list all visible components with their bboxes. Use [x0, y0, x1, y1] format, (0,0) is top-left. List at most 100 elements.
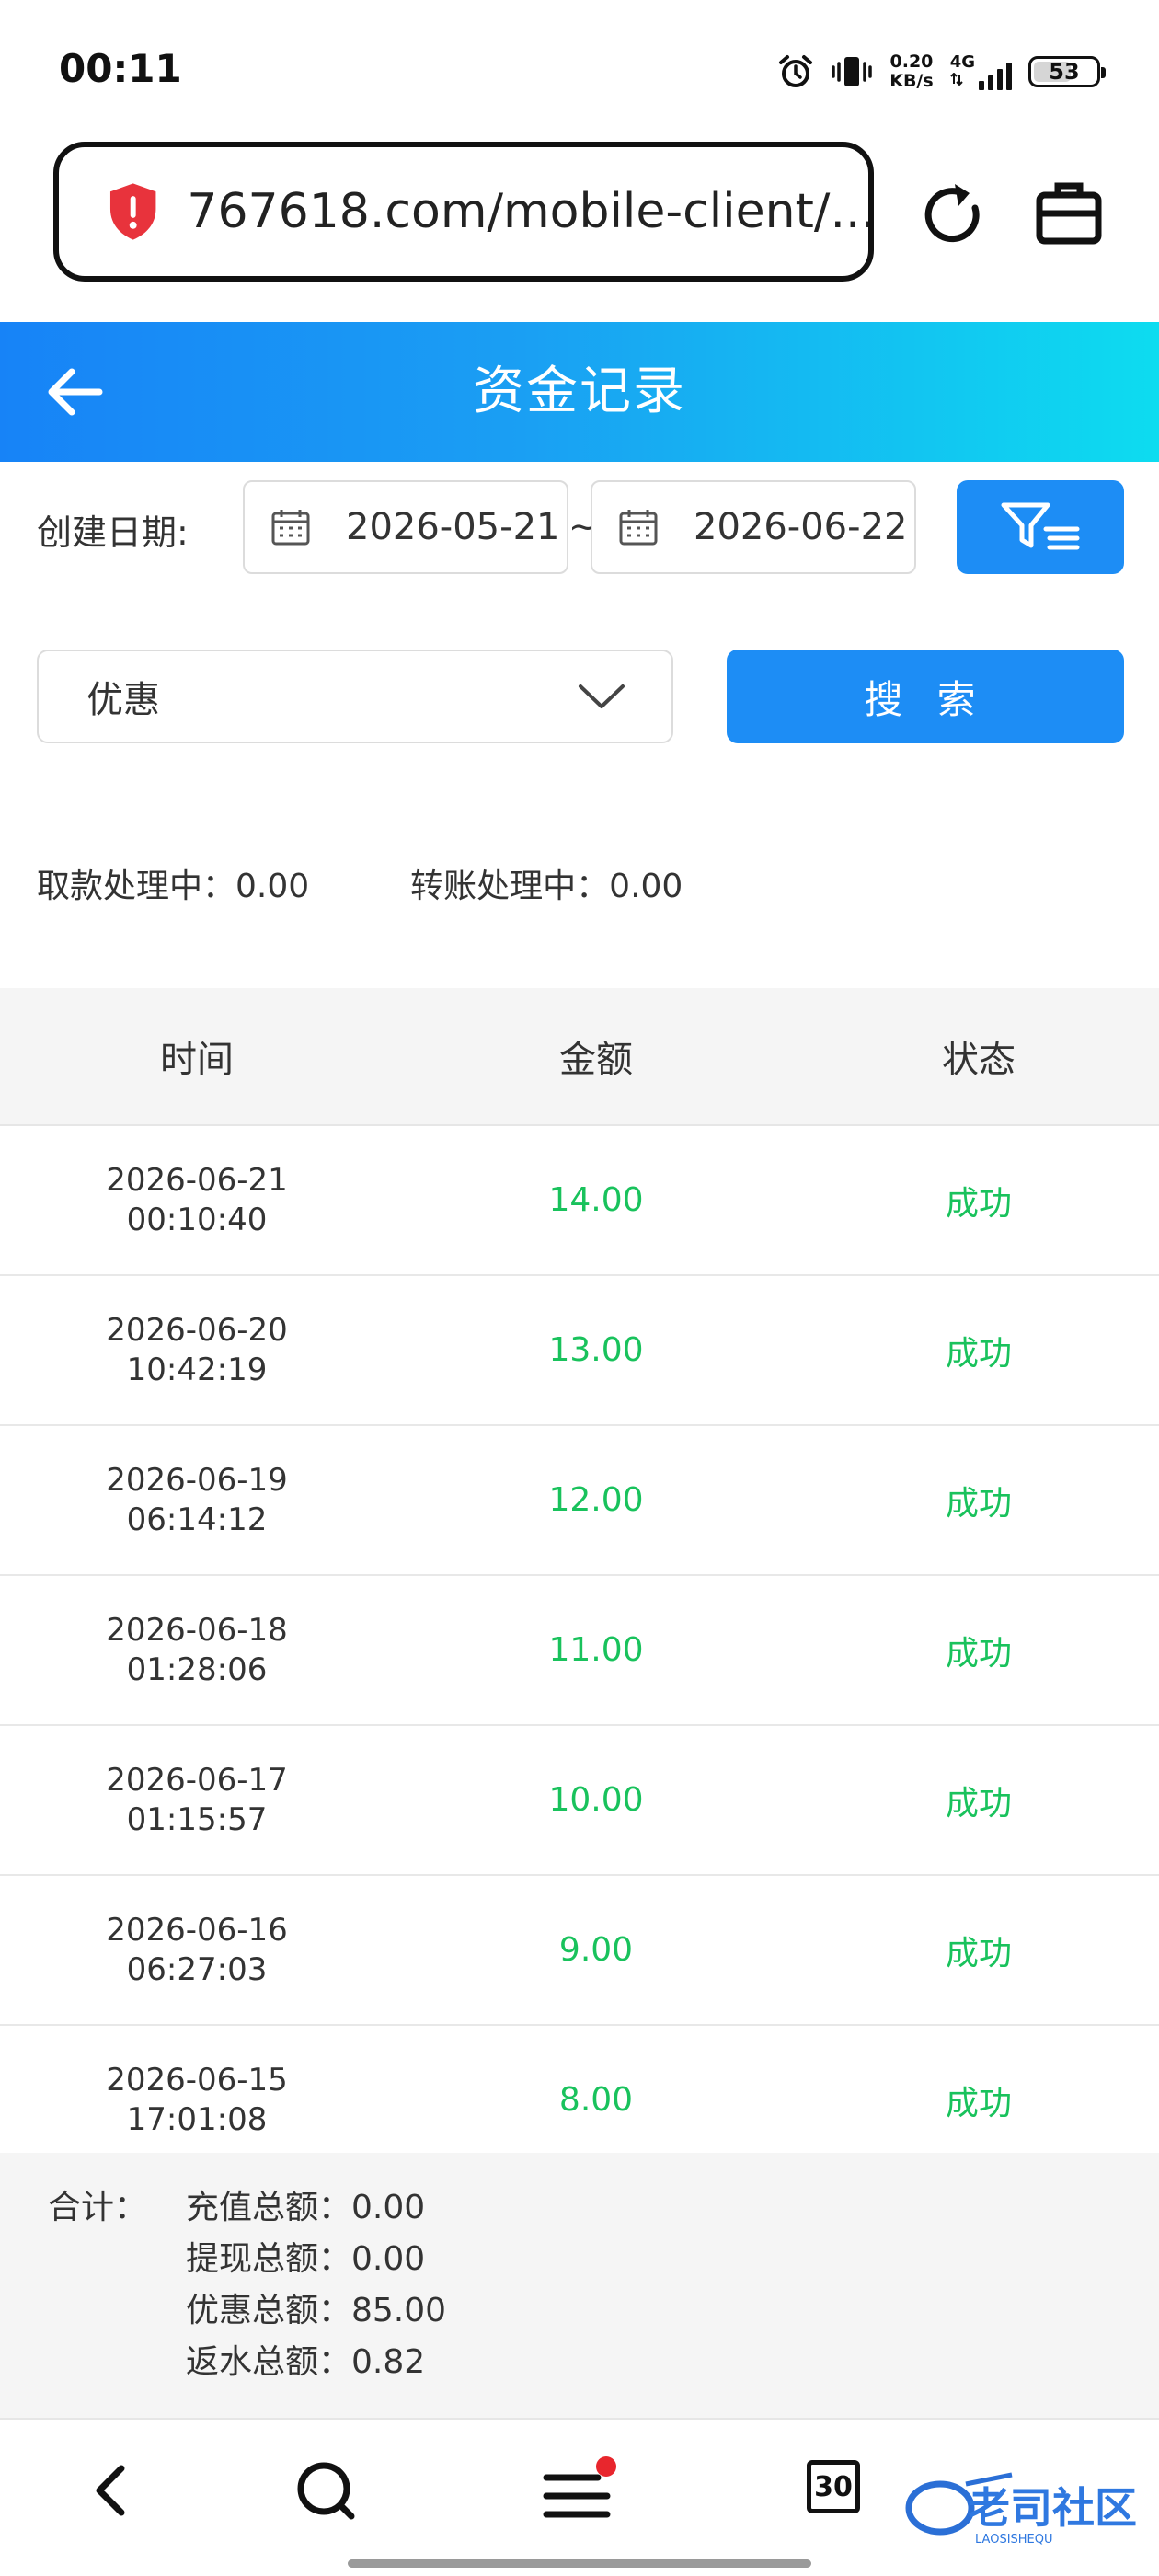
- row-date-text: 2026-06-18: [106, 1611, 288, 1649]
- row-time-text: 10:42:19: [126, 1351, 268, 1388]
- totals-label: 合计：: [48, 2189, 148, 2226]
- chevron-left-icon: [96, 2465, 125, 2516]
- calendar-icon: [619, 510, 658, 546]
- net-speed-value: 0.20: [889, 52, 934, 72]
- column-header-status: 状态: [942, 1039, 1016, 1081]
- withdrawal-total: 提现总额：0.00: [186, 2240, 426, 2278]
- alarm-icon: [779, 55, 813, 87]
- row-time-text: 17:01:08: [126, 2100, 268, 2138]
- home-indicator[interactable]: [348, 2559, 811, 2568]
- row-status: 成功: [945, 1184, 1012, 1223]
- chevron-down-icon: [579, 684, 625, 708]
- end-date-field[interactable]: 2026-06-22: [591, 480, 916, 574]
- signal-bars-icon: [979, 63, 1012, 90]
- end-date-value: 2026-06-22: [694, 506, 908, 548]
- row-time-text: 01:15:57: [126, 1800, 268, 1838]
- cell-signal: 4G: [950, 53, 1012, 90]
- url-text: 767618.com/mobile-client/...: [187, 184, 868, 239]
- page-title: 资金记录: [473, 362, 686, 421]
- nav-search-button[interactable]: [280, 2449, 372, 2532]
- row-date-text: 2026-06-16: [106, 1911, 288, 1949]
- records-list[interactable]: 2026-06-21 00:10:40 14.00 成功 2026-06-20 10…: [0, 1126, 1159, 2153]
- nav-menu-button[interactable]: [534, 2449, 625, 2532]
- row-time: 2026-06-15 17:01:08: [0, 2061, 394, 2140]
- table-row[interactable]: 2026-06-16 06:27:03 9.00 成功: [0, 1876, 1159, 2026]
- network-type: 4G: [949, 52, 975, 72]
- row-status: 成功: [945, 1334, 1012, 1373]
- shield-warning-icon: [109, 183, 156, 240]
- start-date-value: 2026-05-21: [346, 506, 560, 548]
- bonus-total: 优惠总额：85.00: [186, 2292, 447, 2329]
- battery-icon: 53: [1028, 56, 1106, 87]
- status-time: 00:11: [59, 46, 182, 91]
- type-select[interactable]: 优惠: [37, 650, 673, 743]
- row-date-text: 2026-06-20: [106, 1311, 288, 1349]
- date-label: 创建日期:: [37, 512, 189, 553]
- row-date-text: 2026-06-15: [106, 2061, 288, 2099]
- toolbox-icon[interactable]: [1034, 178, 1104, 248]
- withdraw-pending: 取款处理中：0.00: [37, 868, 310, 905]
- row-time: 2026-06-17 01:15:57: [0, 1761, 394, 1840]
- table-row[interactable]: 2026-06-18 01:28:06 11.00 成功: [0, 1576, 1159, 1726]
- tabs-count-button[interactable]: 30: [807, 2460, 860, 2513]
- row-amount: 11.00: [548, 1631, 644, 1669]
- row-time: 2026-06-19 06:14:12: [0, 1461, 394, 1540]
- vibrate-icon: [832, 57, 872, 86]
- row-time-text: 01:28:06: [126, 1650, 268, 1688]
- row-amount: 10.00: [548, 1781, 644, 1819]
- row-status: 成功: [945, 2084, 1012, 2122]
- row-amount: 9.00: [558, 1931, 634, 1969]
- pending-summary: 取款处理中：0.00 转账处理中：0.00: [37, 859, 683, 907]
- row-amount: 13.00: [548, 1331, 644, 1369]
- table-row[interactable]: 2026-06-19 06:14:12 12.00 成功: [0, 1426, 1159, 1576]
- address-bar[interactable]: 767618.com/mobile-client/...: [53, 142, 874, 282]
- row-date-text: 2026-06-19: [106, 1461, 288, 1499]
- column-header-time: 时间: [160, 1039, 234, 1081]
- net-speed: 0.20 KB/s: [889, 52, 933, 91]
- row-date-text: 2026-06-21: [106, 1161, 288, 1199]
- date-separator: ~: [568, 506, 598, 546]
- filter-button[interactable]: [957, 480, 1124, 574]
- row-time: 2026-06-20 10:42:19: [0, 1311, 394, 1390]
- watermark-logo: 老司社区 LAOSISHEQU: [905, 2472, 1137, 2547]
- start-date-field[interactable]: 2026-05-21: [243, 480, 568, 574]
- row-amount: 8.00: [558, 2081, 634, 2119]
- row-time: 2026-06-18 01:28:06: [0, 1611, 394, 1690]
- row-time: 2026-06-21 00:10:40: [0, 1161, 394, 1240]
- totals-panel: 合计： 充值总额：0.00 提现总额：0.00 优惠总额：85.00 返水总额：…: [0, 2153, 1159, 2420]
- row-status: 成功: [945, 1934, 1012, 1972]
- search-icon: [297, 2462, 355, 2520]
- row-status: 成功: [945, 1484, 1012, 1523]
- net-speed-unit: KB/s: [889, 71, 934, 91]
- reload-icon[interactable]: [918, 180, 988, 250]
- column-header-amount: 金额: [559, 1039, 633, 1081]
- nav-back-button[interactable]: [64, 2449, 156, 2532]
- type-select-value: 优惠: [86, 679, 160, 721]
- table-row[interactable]: 2026-06-17 01:15:57 10.00 成功: [0, 1726, 1159, 1876]
- svg-text:LAOSISHEQU: LAOSISHEQU: [975, 2533, 1053, 2547]
- row-status: 成功: [945, 1784, 1012, 1823]
- status-bar: 00:11 0.20 KB/s 4G 53: [0, 0, 1159, 138]
- data-arrows-icon: [949, 72, 963, 86]
- app-header: 资金记录: [0, 322, 1159, 462]
- row-amount: 12.00: [548, 1481, 644, 1519]
- table-header: 时间 金额 状态: [0, 988, 1159, 1126]
- row-date-text: 2026-06-17: [106, 1761, 288, 1799]
- calendar-icon: [271, 510, 310, 546]
- row-time-text: 00:10:40: [126, 1201, 268, 1238]
- row-time: 2026-06-16 06:27:03: [0, 1911, 394, 1990]
- search-button[interactable]: 搜 索: [727, 650, 1124, 743]
- table-row[interactable]: 2026-06-15 17:01:08 8.00 成功: [0, 2026, 1159, 2153]
- table-row[interactable]: 2026-06-20 10:42:19 13.00 成功: [0, 1276, 1159, 1426]
- deposit-total: 充值总额：0.00: [186, 2189, 426, 2226]
- row-time-text: 06:14:12: [126, 1501, 268, 1538]
- filter-icon: [1001, 502, 1080, 550]
- row-status: 成功: [945, 1634, 1012, 1673]
- row-amount: 14.00: [548, 1181, 644, 1219]
- rebate-total: 返水总额：0.82: [186, 2343, 426, 2381]
- menu-icon: [543, 2456, 616, 2518]
- svg-text:老司社区: 老司社区: [968, 2483, 1137, 2533]
- row-time-text: 06:27:03: [126, 1950, 268, 1988]
- table-row[interactable]: 2026-06-21 00:10:40 14.00 成功: [0, 1126, 1159, 1276]
- transfer-pending: 转账处理中：0.00: [410, 868, 683, 905]
